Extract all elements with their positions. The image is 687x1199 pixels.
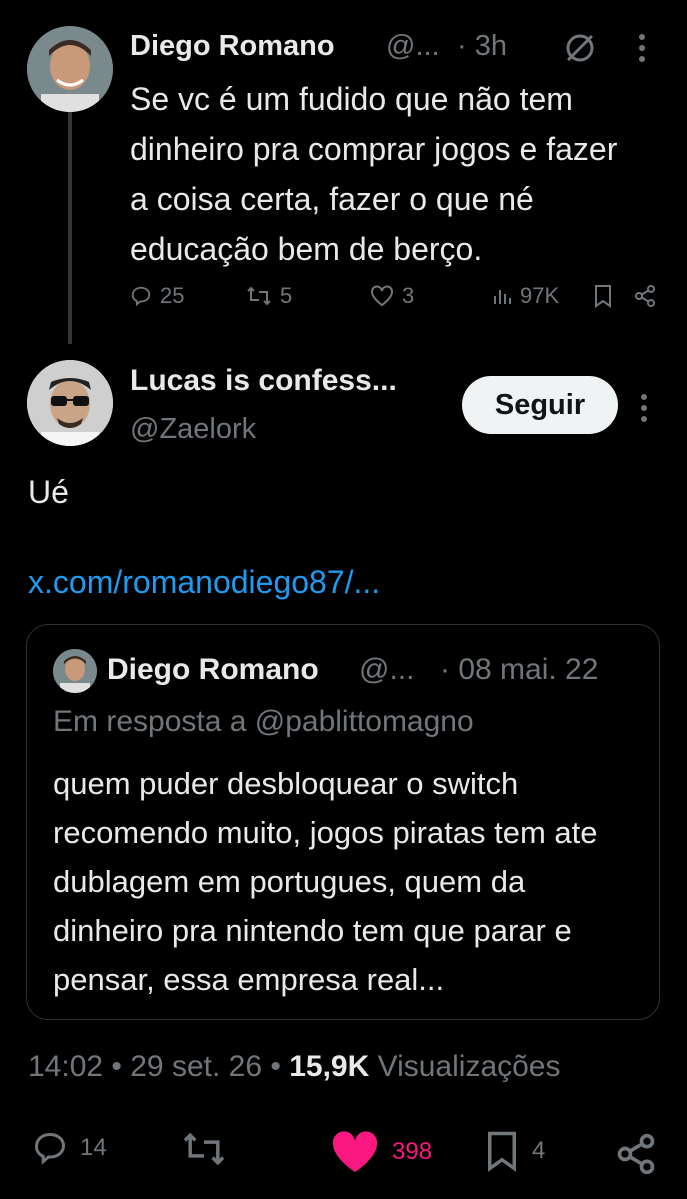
main-tweet-text: Ué (28, 474, 69, 510)
main-author-name[interactable]: Lucas is confess... (130, 364, 397, 398)
parent-retweet-count: 5 (280, 283, 293, 308)
main-handle[interactable]: @Zaelork (130, 413, 256, 446)
parent-author-name[interactable]: Diego Romano (130, 30, 335, 63)
bookmark-count: 4 (532, 1137, 546, 1164)
parent-reply-count: 25 (160, 283, 185, 308)
parent-like-count: 3 (402, 283, 415, 308)
quoted-handle: @... (359, 653, 415, 686)
diego-avatar[interactable] (27, 26, 113, 112)
retweet-icon (178, 1130, 230, 1168)
hidden-circle-icon[interactable] (560, 28, 600, 68)
parent-views-button[interactable]: 97K (492, 283, 559, 309)
thread-line (68, 112, 72, 344)
heart-icon (370, 285, 394, 307)
heart-filled-icon (330, 1130, 380, 1174)
parent-like-button[interactable]: 3 (370, 283, 414, 309)
tweet-timestamp: 14:02 • 29 set. 26 • (28, 1050, 281, 1083)
retweet-button[interactable] (178, 1130, 242, 1168)
quoted-author-name: Diego Romano (107, 653, 319, 686)
parent-time[interactable]: · 3h (457, 30, 507, 63)
reply-button[interactable]: 14 (32, 1130, 107, 1166)
quoted-author-avatar (53, 649, 97, 693)
views-label: Visualizações (377, 1050, 561, 1083)
share-icon[interactable] (632, 283, 658, 309)
more-options-icon[interactable] (632, 390, 656, 426)
parent-retweet-button[interactable]: 5 (246, 283, 292, 309)
parent-views-count: 97K (520, 283, 560, 308)
reply-count: 14 (80, 1134, 107, 1161)
quoted-tweet-text: quem puder desbloquear o switch recomend… (53, 766, 598, 997)
quoted-tweet-card[interactable]: Diego Romano @... · 08 mai. 22 Em respos… (26, 624, 660, 1020)
follow-button[interactable]: Seguir (462, 376, 618, 434)
retweet-icon (246, 285, 272, 307)
like-button[interactable]: 398 (330, 1130, 432, 1174)
lucas-avatar[interactable] (27, 360, 113, 446)
like-count: 398 (392, 1138, 433, 1165)
parent-handle[interactable]: @... (386, 30, 440, 63)
bookmark-button[interactable]: 4 (484, 1130, 545, 1172)
parent-tweet-text: Se vc é um fudido que não tem dinheiro p… (130, 81, 618, 267)
tweet-meta-line: 14:02 • 29 set. 26 • 15,9K Visualizações (28, 1050, 561, 1084)
views-count: 15,9K (289, 1050, 370, 1083)
parent-reply-button[interactable]: 25 (130, 283, 184, 309)
bookmark-icon (484, 1130, 520, 1172)
share-icon[interactable] (612, 1130, 660, 1178)
more-options-icon[interactable] (630, 30, 654, 66)
quoted-date: · 08 mai. 22 (440, 653, 599, 686)
reply-icon (130, 285, 152, 307)
quoted-reply-to: Em resposta a @pablittomagno (53, 705, 474, 738)
main-tweet-link[interactable]: x.com/romanodiego87/... (28, 564, 380, 601)
views-chart-icon (492, 286, 512, 306)
bookmark-icon[interactable] (590, 283, 616, 309)
reply-icon (32, 1130, 68, 1166)
